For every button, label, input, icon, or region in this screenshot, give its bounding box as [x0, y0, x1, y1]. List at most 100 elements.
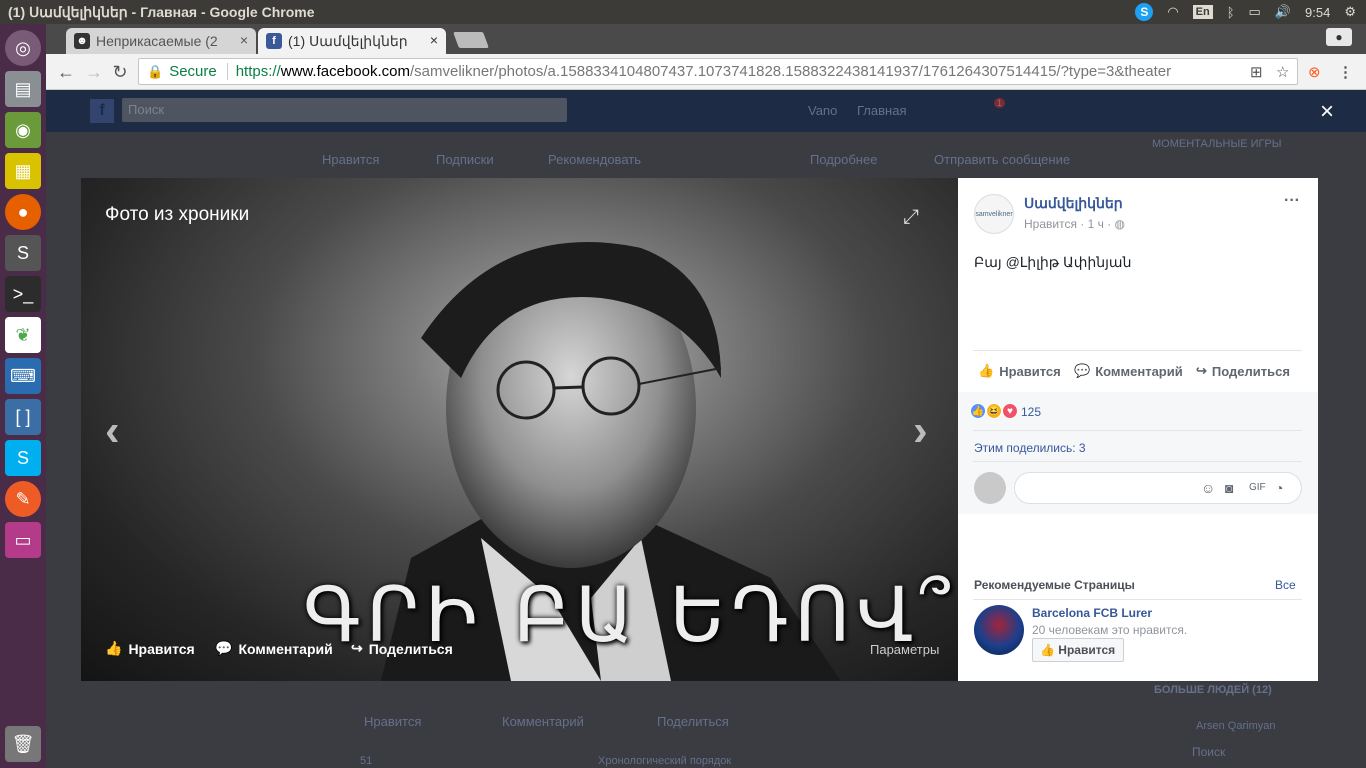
launcher: ◎ ▤ ◉ ▦ ● S >_ ❦ ⌨ [ ] S ✎ ▭ 🗑	[0, 24, 46, 768]
bg-chat-search[interactable]: Поиск	[1192, 745, 1225, 759]
bracket-app-icon[interactable]: [ ]	[5, 399, 41, 435]
user-avatar[interactable]	[974, 472, 1006, 504]
new-tab-button[interactable]	[453, 32, 489, 48]
ubuntu-home-icon[interactable]: ◎	[5, 30, 41, 66]
keyboard-layout[interactable]: En	[1192, 5, 1213, 19]
sticker-icon[interactable]: ◔	[1275, 480, 1283, 496]
tab-close-icon[interactable]: ×	[240, 32, 248, 48]
bg-recommend-button[interactable]: Рекомендовать	[548, 152, 641, 167]
label: Поделиться	[1211, 363, 1290, 379]
photo-options-link[interactable]: Параметры	[870, 642, 939, 657]
bg-more-button[interactable]: Подробнее	[810, 152, 877, 167]
bluetooth-icon[interactable]: ᛒ	[1227, 5, 1235, 20]
trash-icon[interactable]: 🗑	[5, 726, 41, 762]
volume-icon[interactable]: 🔊	[1275, 4, 1291, 20]
browser-toolbar: ← → ↻ 🔒 Secure https://www.facebook.com /…	[46, 54, 1366, 90]
bg-comment[interactable]: Комментарий	[502, 714, 584, 729]
post-side-panel: samvelikner Սամվելիկներ Нравится · 1 ч ·…	[958, 178, 1318, 681]
extension-icon[interactable]: ⊗	[1308, 63, 1321, 81]
url-protocol: https://	[235, 63, 281, 80]
window-app-icon[interactable]: ▭	[5, 522, 41, 558]
photo-share-button[interactable]: ↪ Поделиться	[351, 640, 453, 657]
bg-person-name[interactable]: Arsen Qarimyan	[1196, 720, 1275, 732]
files-icon[interactable]: ▤	[5, 71, 41, 107]
address-bar[interactable]: 🔒 Secure https://www.facebook.com/samvel…	[138, 58, 1298, 85]
bg-like[interactable]: Нравится	[364, 714, 421, 729]
page-avatar[interactable]: samvelikner	[974, 194, 1014, 234]
prev-photo-icon[interactable]: ‹	[105, 406, 120, 456]
bg-likes-button[interactable]: Нравится	[322, 152, 379, 167]
photo-viewer[interactable]: Фото из хроники ⤢ ‹ › ԳՐԻ ԲԱ ԵԴՈՎ՞ 👍 Нрав…	[81, 178, 958, 681]
recommended-like-button[interactable]: 👍 Нравится	[1032, 638, 1125, 662]
profile-icon[interactable]: ●	[1326, 28, 1352, 46]
firefox-icon[interactable]: ●	[5, 194, 41, 230]
vscode-icon[interactable]: ⌨	[5, 358, 41, 394]
bg-share[interactable]: Поделиться	[657, 714, 729, 729]
translate-icon[interactable]: ⊞	[1250, 63, 1263, 81]
camera-icon[interactable]: ◙	[1225, 480, 1233, 496]
fb-search-input[interactable]: Поиск	[122, 98, 567, 122]
terminal-icon[interactable]: >_	[5, 276, 41, 312]
photo-comment-button[interactable]: 💬 Комментарий	[215, 640, 333, 657]
next-photo-icon[interactable]: ›	[913, 406, 928, 456]
tab-close-icon[interactable]: ×	[430, 32, 438, 48]
bg-message-button[interactable]: Отправить сообщение	[934, 152, 1070, 167]
notes-icon[interactable]: ▦	[5, 153, 41, 189]
post-share-button[interactable]: ↪ Поделиться	[1196, 363, 1290, 379]
postman-icon[interactable]: ✎	[5, 481, 41, 517]
wifi-icon[interactable]: ◠	[1167, 4, 1178, 20]
comment-input[interactable]: ☺ ◙ GIF ◔	[1014, 472, 1302, 504]
label: Поделиться	[368, 640, 453, 657]
fb-user-name[interactable]: Vano	[808, 103, 837, 118]
back-button[interactable]: ←	[54, 60, 78, 84]
divider	[973, 599, 1302, 600]
reactions-count[interactable]: 125	[1021, 405, 1041, 419]
page-name-link[interactable]: Սամվելիկներ	[1024, 195, 1123, 212]
share-icon: ↪	[351, 640, 363, 656]
facebook-logo-icon[interactable]: f	[90, 99, 114, 123]
battery-icon[interactable]: ▭	[1249, 4, 1261, 20]
tab-neprikasaemye[interactable]: ☻ Неприкасаемые (2 ×	[66, 28, 256, 54]
divider	[973, 461, 1302, 462]
sublime-icon[interactable]: S	[5, 235, 41, 271]
page-content: f Поиск Vano Главная 1 Нравится Подписки…	[46, 90, 1366, 768]
clock[interactable]: 9:54	[1305, 5, 1330, 20]
shares-link[interactable]: Этим поделились: 3	[974, 441, 1086, 455]
recommended-page-avatar[interactable]	[974, 605, 1024, 655]
skype-tray-icon[interactable]: S	[1135, 3, 1154, 21]
bookmark-star-icon[interactable]: ☆	[1276, 63, 1289, 81]
love-reaction-icon[interactable]: ♥	[1002, 403, 1018, 419]
tab-facebook[interactable]: f (1) Սամվելիկներ ×	[258, 28, 446, 54]
like-reaction-icon[interactable]: 👍	[970, 403, 986, 419]
notification-badge: 1	[994, 98, 1006, 108]
tab-title: Неприкасаемые (2	[96, 33, 218, 49]
emoji-icon[interactable]: ☺	[1201, 480, 1215, 496]
gif-icon[interactable]: GIF	[1249, 482, 1266, 493]
post-like-button[interactable]: 👍 Нравится	[978, 363, 1061, 379]
close-viewer-icon[interactable]: ×	[1320, 98, 1334, 126]
chrome-icon[interactable]: ◉	[5, 112, 41, 148]
post-meta-text: Нравится · 1 ч ·	[1024, 217, 1115, 231]
bg-games-heading: МОМЕНТАЛЬНЫЕ ИГРЫ	[1152, 138, 1282, 150]
bg-order[interactable]: Хронологический порядок	[598, 755, 731, 767]
recommended-all-link[interactable]: Все	[1275, 578, 1296, 592]
label: Нравится	[1058, 643, 1116, 657]
post-comment-button[interactable]: 💬 Комментарий	[1074, 363, 1183, 379]
secure-label[interactable]: Secure	[163, 63, 228, 80]
haha-reaction-icon[interactable]: 😆	[986, 403, 1002, 419]
mongodb-icon[interactable]: ❦	[5, 317, 41, 353]
post-meta: Нравится · 1 ч · ◍	[1024, 217, 1125, 231]
settings-gear-icon[interactable]: ⚙	[1344, 4, 1356, 20]
forward-button[interactable]: →	[82, 60, 106, 84]
bg-subs-button[interactable]: Подписки	[436, 152, 494, 167]
fb-home-link[interactable]: Главная	[857, 103, 906, 118]
reload-button[interactable]: ↻	[108, 60, 132, 84]
favicon-icon: ☻	[74, 33, 90, 49]
skype-icon[interactable]: S	[5, 440, 41, 476]
fullscreen-icon[interactable]: ⤢	[903, 206, 919, 229]
recommended-page-name[interactable]: Barcelona FCB Lurer	[1032, 606, 1152, 620]
url-path: /samvelikner/photos/a.1588334104807437.1…	[409, 63, 1172, 80]
photo-like-button[interactable]: 👍 Нравится	[105, 640, 195, 657]
menu-icon[interactable]: ⋮	[1338, 63, 1353, 81]
post-options-icon[interactable]: ···	[1284, 192, 1300, 210]
